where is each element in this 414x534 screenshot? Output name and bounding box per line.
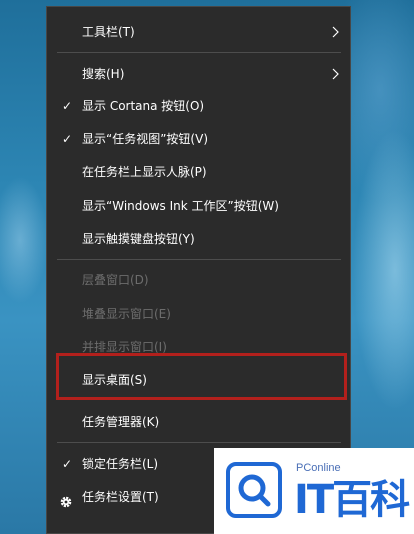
chevron-right-icon [332,59,342,89]
gear-icon [59,490,73,508]
menu-item-search[interactable]: 搜索(H) [47,59,350,89]
menu-item-show-task-view-button[interactable]: ✓ 显示“任务视图”按钮(V) [47,124,350,154]
menu-item-label: 搜索(H) [82,67,125,81]
menu-item-stack-windows: 堆叠显示窗口(E) [47,299,350,329]
watermark-logo: PConline IT百科 [214,448,414,534]
menu-separator [57,442,341,443]
menu-item-label: 显示“Windows Ink 工作区”按钮(W) [82,199,279,213]
menu-item-label: 在任务栏上显示人脉(P) [82,165,207,179]
menu-item-show-people[interactable]: 在任务栏上显示人脉(P) [47,157,350,187]
menu-item-toolbars[interactable]: 工具栏(T) [47,17,350,47]
menu-item-label: 任务栏设置(T) [82,490,159,504]
menu-item-label: 锁定任务栏(L) [82,457,159,471]
menu-item-label: 任务管理器(K) [82,415,160,429]
menu-item-show-windows-ink-button[interactable]: 显示“Windows Ink 工作区”按钮(W) [47,191,350,221]
menu-item-task-manager[interactable]: 任务管理器(K) [47,407,350,437]
magnifier-logo-icon [226,462,282,518]
highlight-box [56,353,347,400]
menu-item-label: 堆叠显示窗口(E) [82,307,171,321]
checkmark-icon: ✓ [61,99,73,113]
menu-item-label: 显示 Cortana 按钮(O) [82,99,205,113]
checkmark-icon: ✓ [61,132,73,146]
menu-item-label: 显示“任务视图”按钮(V) [82,132,209,146]
watermark-brand-big: IT百科 [294,477,410,523]
menu-separator [57,259,341,260]
menu-item-label: 显示触摸键盘按钮(Y) [82,232,195,246]
menu-item-label: 工具栏(T) [82,25,135,39]
menu-item-show-touch-keyboard-button[interactable]: 显示触摸键盘按钮(Y) [47,224,350,254]
chevron-right-icon [332,17,342,47]
checkmark-icon: ✓ [61,457,73,471]
menu-item-cascade-windows: 层叠窗口(D) [47,265,350,295]
menu-separator [57,52,341,53]
watermark-brand-small: PConline [296,462,341,474]
menu-item-show-cortana-button[interactable]: ✓ 显示 Cortana 按钮(O) [47,91,350,121]
menu-item-label: 层叠窗口(D) [82,273,149,287]
